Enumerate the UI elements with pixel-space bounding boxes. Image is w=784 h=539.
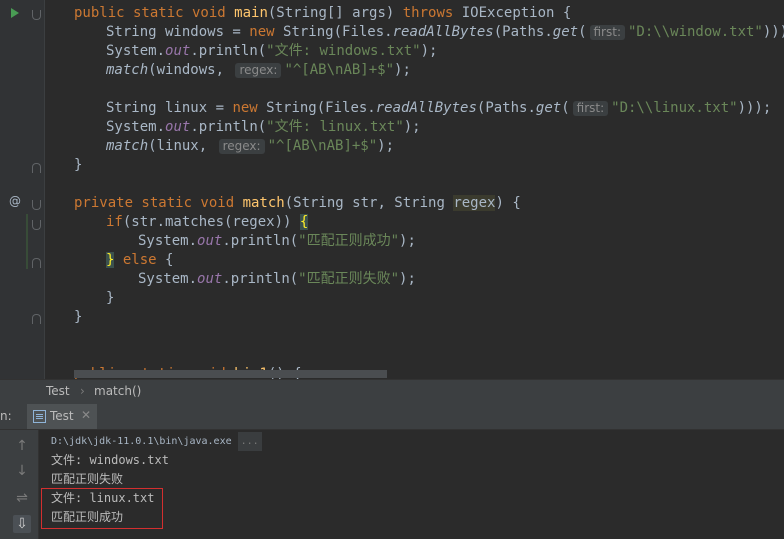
breadcrumb: Test › match() — [0, 379, 784, 404]
scroll-up-icon[interactable]: ↑ — [13, 437, 31, 455]
code-line-6: String linux = new String(Files.readAllB… — [106, 100, 772, 116]
code-line-15: System.out.println("匹配正则失败"); — [138, 271, 416, 287]
fold-marker-icon[interactable] — [32, 258, 41, 268]
breadcrumb-item-match[interactable]: match() — [94, 384, 141, 398]
run-tool-window-header: n: Test ✕ — [0, 404, 784, 430]
fold-marker-icon[interactable] — [32, 314, 41, 324]
console-toolbar: ↑ ↓ ⇌ ⇩ — [0, 430, 39, 539]
code-line-16: } — [106, 290, 115, 306]
code-line-2: String windows = new String(Files.readAl… — [106, 24, 784, 40]
code-line-3: System.out.println("文件: windows.txt"); — [106, 43, 438, 59]
horizontal-scrollbar[interactable] — [74, 370, 387, 378]
console-line: 匹配正则失败 — [51, 472, 124, 486]
console-tab-icon — [33, 410, 46, 423]
run-label: n: — [0, 409, 12, 423]
code-editor[interactable]: @ public static void main(String[] args)… — [0, 0, 784, 379]
breadcrumb-item-test[interactable]: Test — [46, 384, 70, 398]
code-line-1: public static void main(String[] args) t… — [74, 5, 572, 21]
param-hint: regex: — [218, 139, 265, 154]
code-line-7: System.out.println("文件: linux.txt"); — [106, 119, 421, 135]
close-icon[interactable]: ✕ — [81, 408, 91, 422]
breadcrumb-separator: › — [80, 384, 85, 398]
command-expand[interactable]: ... — [237, 432, 262, 451]
console-command-line: D:\jdk\jdk-11.0.1\bin\java.exe... — [51, 432, 262, 451]
vcs-change-marker — [26, 214, 28, 269]
code-line-8: match(linux, regex: "^[AB\nAB]+$"); — [106, 138, 395, 154]
scroll-to-end-icon[interactable]: ⇩ — [13, 515, 31, 533]
code-line-9: } — [74, 157, 83, 173]
fold-marker-icon[interactable] — [32, 200, 41, 210]
highlight-annotation-box — [41, 488, 163, 529]
fold-marker-icon[interactable] — [32, 10, 41, 20]
code-line-13: System.out.println("匹配正则成功"); — [138, 233, 416, 249]
code-line-17: } — [74, 309, 83, 325]
code-line-14: } else { — [106, 252, 174, 268]
tab-test[interactable]: Test ✕ — [27, 404, 97, 429]
code-line-12: if(str.matches(regex)) { — [106, 214, 309, 230]
code-line-11: private static void match(String str, St… — [74, 195, 521, 211]
soft-wrap-icon[interactable]: ⇌ — [13, 489, 31, 507]
param-hint: regex: — [235, 63, 282, 78]
param-hint: first: — [572, 101, 609, 116]
code-line-4: match(windows, regex: "^[AB\nAB]+$"); — [106, 62, 411, 78]
gutter-separator — [44, 0, 45, 379]
fold-marker-icon[interactable] — [32, 163, 41, 173]
param-hint: first: — [589, 25, 625, 40]
scroll-down-icon[interactable]: ↓ — [13, 462, 31, 480]
tab-label: Test — [50, 409, 74, 423]
console-line: 文件: windows.txt — [51, 453, 169, 467]
run-main-icon[interactable] — [11, 8, 19, 18]
fold-marker-icon[interactable] — [32, 220, 41, 230]
override-at-icon: @ — [9, 194, 21, 208]
